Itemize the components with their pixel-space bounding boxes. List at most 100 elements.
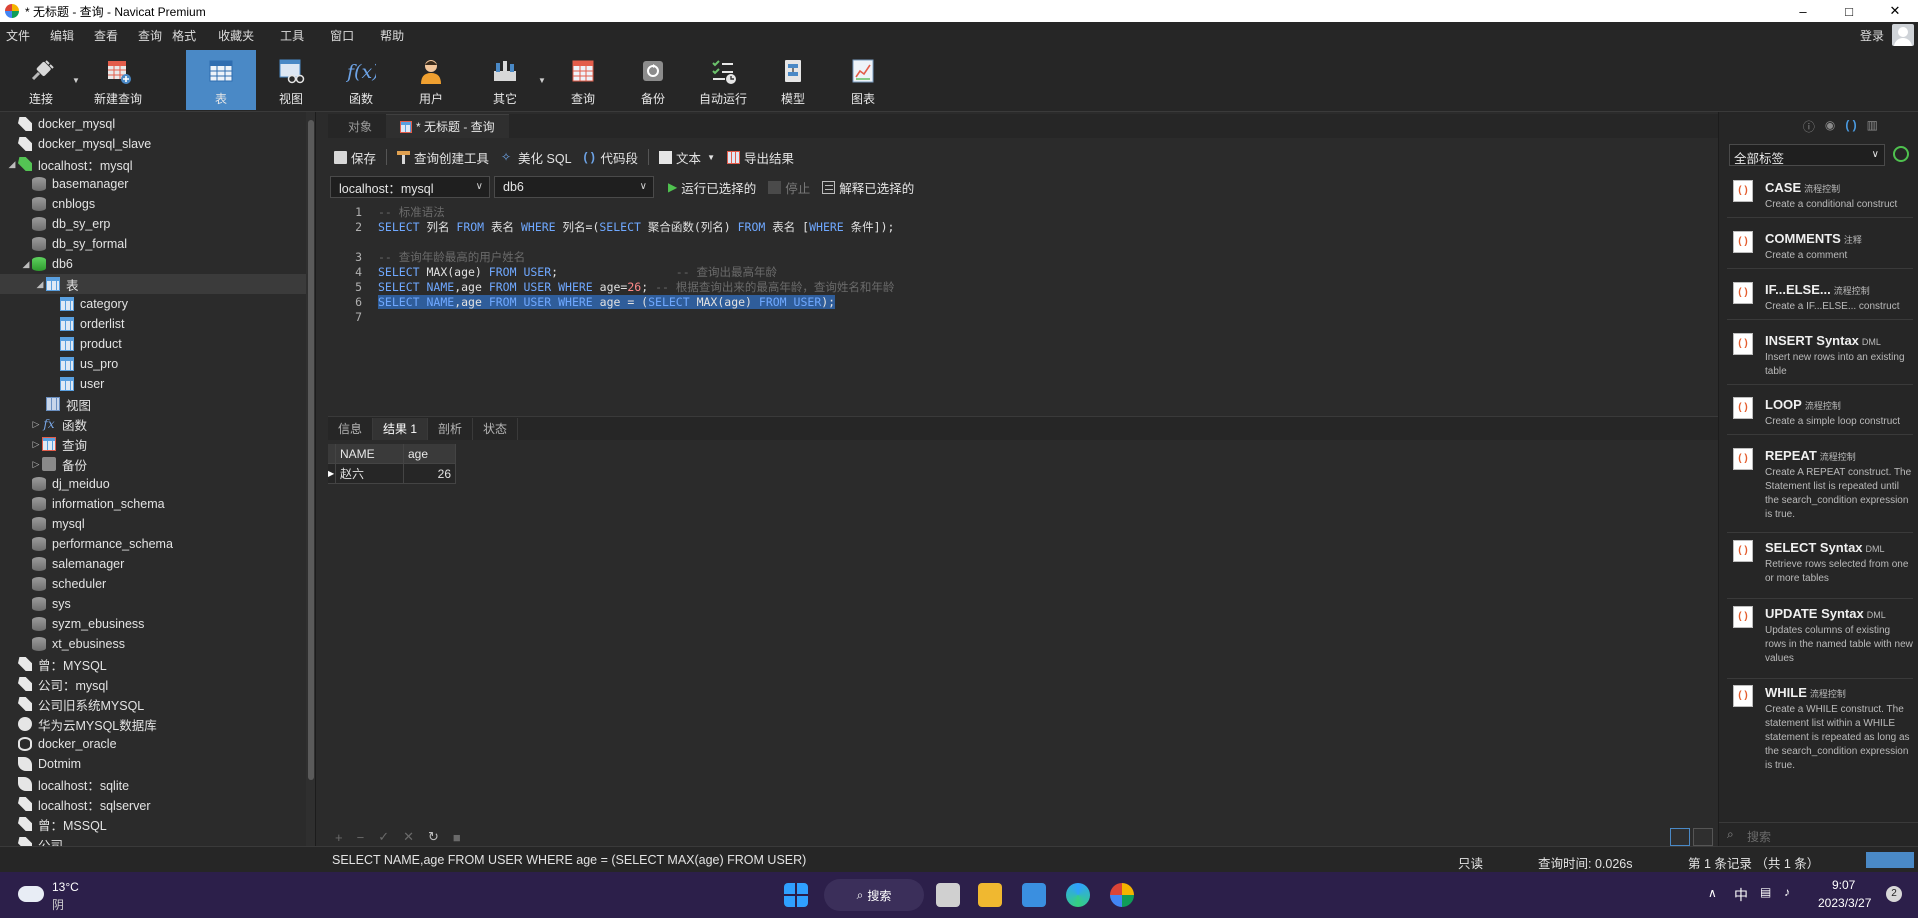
refresh-icon[interactable]: ↻ [428, 829, 439, 845]
edge-browser-icon[interactable] [1066, 883, 1090, 907]
explain-selected-button[interactable]: 解释已选择的 [816, 178, 920, 197]
tree-item-queries[interactable]: ▷ 查询 [0, 434, 306, 454]
tree-item-docker-mysql-slave[interactable]: docker_mysql_slave [0, 134, 306, 154]
info-icon[interactable]: ⓘ [1803, 118, 1815, 135]
avatar[interactable] [1892, 24, 1914, 46]
cloud-weather-icon[interactable] [18, 886, 44, 902]
tree-scrollbar[interactable] [306, 112, 315, 846]
collapse-arrow-icon[interactable]: ▷ [30, 419, 42, 430]
new-query-button[interactable]: 新建查询 [88, 50, 148, 110]
close-icon[interactable]: ✕ [1872, 0, 1918, 22]
tree-item-db-sy-formal[interactable]: db_sy_formal [0, 234, 306, 254]
menu-window[interactable]: 窗口 [314, 27, 364, 44]
notification-badge[interactable]: 2 [1886, 886, 1902, 902]
login-link[interactable]: 登录 [1860, 27, 1884, 44]
snippet-icon[interactable]: ( ) [1845, 118, 1856, 135]
tree-item-cnblogs[interactable]: cnblogs [0, 194, 306, 214]
chevron-up-icon[interactable]: ∧ [1708, 886, 1717, 900]
tree-item-backups[interactable]: ▷ 备份 [0, 454, 306, 474]
taskbar-search-button[interactable]: ⌕ 搜索 [824, 879, 924, 911]
tab-profile[interactable]: 剖析 [428, 417, 474, 440]
tree-item-localhost-sqlserver[interactable]: localhost：sqlserver [0, 794, 306, 814]
save-button[interactable]: 保存 [328, 148, 382, 167]
grid-view-icon[interactable] [1670, 828, 1690, 846]
stop-button[interactable]: 停止 [762, 178, 816, 197]
chart-button[interactable]: 图表 [840, 50, 886, 110]
tree-item-docker-mysql[interactable]: docker_mysql [0, 114, 306, 134]
windows-start-icon[interactable] [784, 883, 808, 907]
tree-item-dj-meiduo[interactable]: dj_meiduo [0, 474, 306, 494]
connection-select[interactable]: localhost：mysql ∨ [330, 176, 490, 198]
tree-item-views[interactable]: 视图 [0, 394, 306, 414]
tab-status[interactable]: 状态 [473, 417, 519, 440]
layout-icon[interactable]: ▥ [1867, 118, 1878, 135]
tree-item-salemanager[interactable]: salemanager [0, 554, 306, 574]
text-button[interactable]: 文本 ▼ [653, 148, 721, 167]
expand-arrow-icon[interactable]: ◢ [6, 159, 18, 170]
delete-row-icon[interactable]: − [357, 830, 365, 845]
code-snippet-button[interactable]: ( ) 代码段 [578, 148, 645, 167]
tree-item-product[interactable]: product [0, 334, 306, 354]
cell-age[interactable]: 26 [404, 464, 456, 484]
tree-item-orderlist[interactable]: orderlist [0, 314, 306, 334]
network-icon[interactable]: ▤ [1760, 885, 1771, 899]
tree-scrollbar-thumb[interactable] [308, 120, 314, 780]
menu-file[interactable]: 文件 [0, 27, 40, 44]
tree-item-syzm-ebusiness[interactable]: syzm_ebusiness [0, 614, 306, 634]
tree-item-company-old-mysql[interactable]: 公司旧系统MYSQL [0, 694, 306, 714]
menu-query[interactable]: 查询 [128, 27, 172, 44]
backup-button[interactable]: 备份 [630, 50, 676, 110]
query-button[interactable]: 查询 [560, 50, 606, 110]
tree-item-docker-oracle[interactable]: docker_oracle [0, 734, 306, 754]
tree-item-tables[interactable]: ◢ 表 [0, 274, 306, 294]
tab-objects[interactable]: 对象 [328, 114, 386, 138]
ime-indicator[interactable]: 中 [1734, 885, 1748, 905]
tree-item-basemanager[interactable]: basemanager [0, 174, 306, 194]
tree-item-dotmim[interactable]: Dotmim [0, 754, 306, 774]
tree-item-zeng-mysql[interactable]: 曾：MYSQL [0, 654, 306, 674]
tab-result-1[interactable]: 结果 1 [373, 417, 429, 440]
table-button[interactable]: 表 [186, 50, 256, 110]
discard-icon[interactable]: ✕ [403, 829, 414, 845]
tree-item-localhost-mysql[interactable]: ◢ localhost：mysql [0, 154, 306, 174]
others-button[interactable]: 其它 [482, 50, 528, 110]
tab-untitled-query[interactable]: * 无标题 - 查询 [386, 114, 509, 138]
export-results-button[interactable]: 导出结果 [721, 148, 800, 167]
apply-icon[interactable]: ✓ [378, 829, 389, 845]
beautify-sql-button[interactable]: ✧ 美化 SQL [495, 148, 578, 167]
eye-icon[interactable]: ◉ [1825, 118, 1835, 135]
automation-button[interactable]: 自动运行 [694, 50, 752, 110]
tree-item-xt-ebusiness[interactable]: xt_ebusiness [0, 634, 306, 654]
panel-toggle-icon[interactable] [1866, 852, 1914, 868]
database-select[interactable]: db6 ∨ [494, 176, 654, 198]
column-header-age[interactable]: age [404, 444, 456, 464]
tree-item-functions[interactable]: ▷ fx 函数 [0, 414, 306, 434]
add-row-icon[interactable]: + [335, 830, 343, 845]
stop-refresh-icon[interactable]: ■ [453, 830, 461, 845]
navicat-taskbar-icon[interactable] [1110, 883, 1134, 907]
sql-editor[interactable]: 1 -- 标准语法 2 SELECT 列名 FROM 表名 WHERE 列名=(SE… [328, 203, 1718, 410]
connect-button[interactable]: 连接 [18, 50, 64, 110]
snippet-search-input[interactable]: ⌕ 搜索 [1719, 822, 1918, 846]
tab-info[interactable]: 信息 [328, 417, 374, 440]
connect-dropdown-icon[interactable]: ▼ [72, 76, 80, 85]
tree-item-huawei-cloud-mysql[interactable]: 华为云MYSQL数据库 [0, 714, 306, 734]
tree-item-company-mysql[interactable]: 公司：mysql [0, 674, 306, 694]
tag-filter-select[interactable]: 全部标签 ∨ [1729, 144, 1885, 166]
menu-view[interactable]: 查看 [84, 27, 128, 44]
query-builder-button[interactable]: 查询创建工具 [391, 148, 495, 167]
file-explorer-icon[interactable] [978, 883, 1002, 907]
tree-item-information-schema[interactable]: information_schema [0, 494, 306, 514]
tree-item-localhost-sqlite[interactable]: localhost：sqlite [0, 774, 306, 794]
tree-item-category[interactable]: category [0, 294, 306, 314]
menu-format[interactable]: 格式 [172, 27, 206, 44]
view-button[interactable]: 视图 [268, 50, 314, 110]
cell-name[interactable]: 赵六 [336, 464, 404, 484]
minimize-icon[interactable]: – [1780, 0, 1826, 22]
menu-edit[interactable]: 编辑 [40, 27, 84, 44]
speaker-icon[interactable]: ♪ [1784, 885, 1790, 899]
tree-item-user[interactable]: user [0, 374, 306, 394]
microsoft-store-icon[interactable] [1022, 883, 1046, 907]
run-selected-button[interactable]: ▶ 运行已选择的 [662, 178, 762, 197]
tree-item-company[interactable]: 公司 [0, 834, 306, 846]
